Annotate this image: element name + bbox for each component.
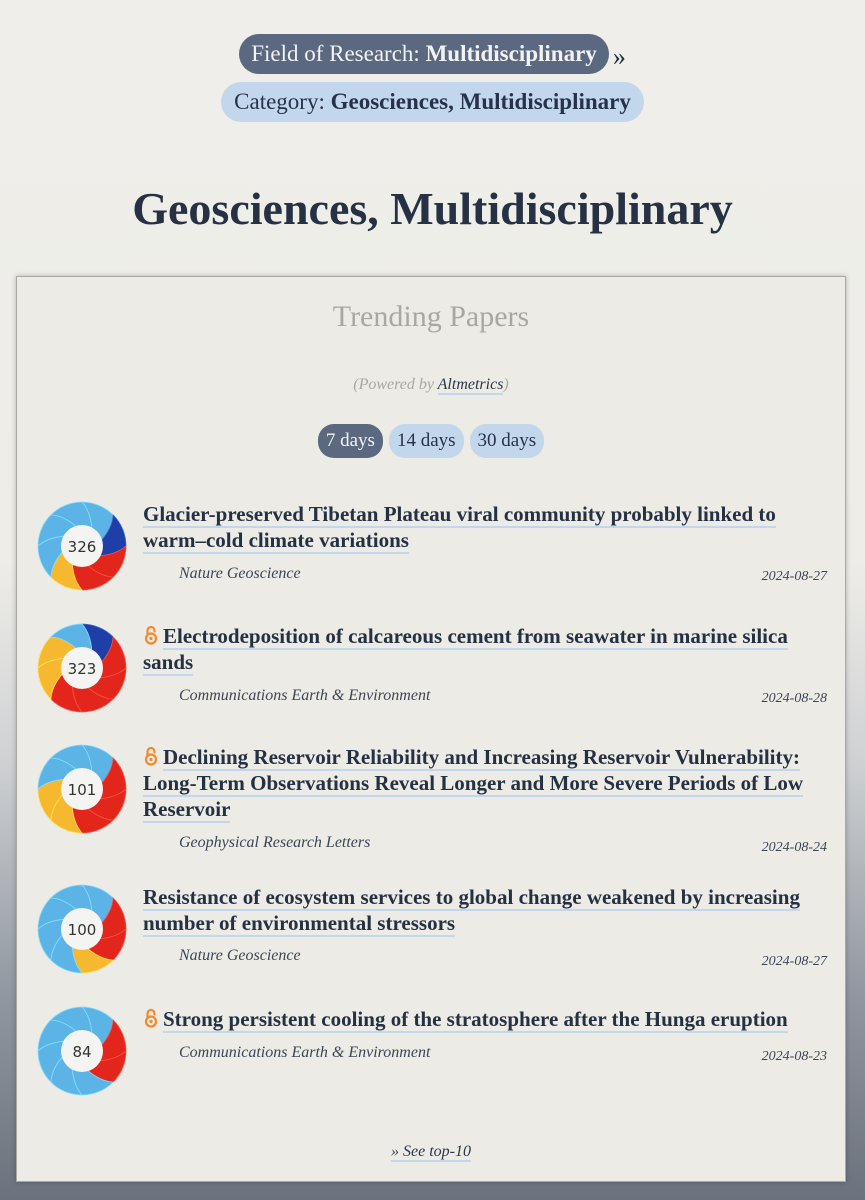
paper-title: Electrodeposition of calcareous cement f… xyxy=(143,623,827,676)
altmetric-donut[interactable]: 323 xyxy=(37,623,127,713)
paper-title: Declining Reservoir Reliability and Incr… xyxy=(143,744,827,823)
paper-title-link[interactable]: Declining Reservoir Reliability and Incr… xyxy=(143,745,804,823)
tab-7-days[interactable]: 7 days xyxy=(317,424,383,458)
altmetric-donut[interactable]: 100 xyxy=(37,884,127,974)
field-of-research-pill[interactable]: Field of Research: Multidisciplinary xyxy=(239,34,609,74)
page-title: Geosciences, Multidisciplinary xyxy=(132,183,733,234)
altmetrics-link[interactable]: Altmetrics xyxy=(437,376,504,395)
powered-open: (Powered by xyxy=(353,376,438,393)
journal-name: Nature Geoscience xyxy=(179,947,301,964)
paper-title-link[interactable]: Strong persistent cooling of the stratos… xyxy=(163,1007,788,1033)
breadcrumb-category-row: Category: Geosciences, Multidisciplinary xyxy=(0,82,865,122)
publication-date: 2024-08-24 xyxy=(761,840,827,855)
publication-date: 2024-08-23 xyxy=(761,1049,827,1064)
paper-title: Resistance of ecosystem services to glob… xyxy=(143,884,827,937)
publication-date: 2024-08-27 xyxy=(761,954,827,969)
altmetric-score: 326 xyxy=(68,538,97,556)
open-access-icon xyxy=(143,746,159,766)
see-top-10-link[interactable]: » See top-10 xyxy=(391,1143,471,1162)
publication-date: 2024-08-27 xyxy=(761,569,827,584)
trending-papers-panel: Trending Papers (Powered by Altmetrics) … xyxy=(16,276,846,1182)
altmetric-donut[interactable]: 101 xyxy=(37,744,127,834)
paper-title: Strong persistent cooling of the stratos… xyxy=(143,1006,827,1033)
open-access-icon xyxy=(143,625,159,645)
journal-name: Nature Geoscience xyxy=(179,565,301,582)
time-range-tabs: 7 days 14 days 30 days xyxy=(17,424,845,458)
breadcrumb-field-row: Field of Research: Multidisciplinary» xyxy=(0,34,865,74)
category-pill[interactable]: Category: Geosciences, Multidisciplinary xyxy=(221,82,644,122)
altmetric-score: 323 xyxy=(68,660,97,678)
altmetric-donut[interactable]: 84 xyxy=(37,1006,127,1096)
publication-date: 2024-08-28 xyxy=(761,691,827,706)
altmetric-donut[interactable]: 326 xyxy=(37,501,127,591)
category-value: Geosciences, Multidisciplinary xyxy=(330,89,631,114)
paper-title-link[interactable]: Glacier-preserved Tibetan Plateau viral … xyxy=(143,502,776,554)
powered-close: ) xyxy=(503,376,509,393)
open-access-icon xyxy=(143,1008,159,1028)
paper-title-link[interactable]: Electrodeposition of calcareous cement f… xyxy=(143,624,788,676)
tab-30-days[interactable]: 30 days xyxy=(469,424,545,458)
paper-title-link[interactable]: Resistance of ecosystem services to glob… xyxy=(143,885,800,937)
powered-by-note: (Powered by Altmetrics) xyxy=(17,376,845,395)
category-prefix: Category: xyxy=(234,89,331,114)
altmetric-score: 100 xyxy=(68,921,97,939)
altmetric-score: 101 xyxy=(68,781,97,799)
tab-14-days[interactable]: 14 days xyxy=(388,424,464,458)
journal-name: Communications Earth & Environment xyxy=(179,687,431,704)
field-prefix: Field of Research: xyxy=(251,41,426,66)
see-top-10: » See top-10 xyxy=(17,1143,845,1162)
paper-title: Glacier-preserved Tibetan Plateau viral … xyxy=(143,501,827,554)
journal-name: Communications Earth & Environment xyxy=(179,1044,431,1061)
field-value: Multidisciplinary xyxy=(425,41,597,66)
breadcrumb-separator: » xyxy=(612,42,626,72)
panel-title: Trending Papers xyxy=(332,300,530,333)
journal-name: Geophysical Research Letters xyxy=(179,834,371,851)
altmetric-score: 84 xyxy=(72,1043,91,1061)
